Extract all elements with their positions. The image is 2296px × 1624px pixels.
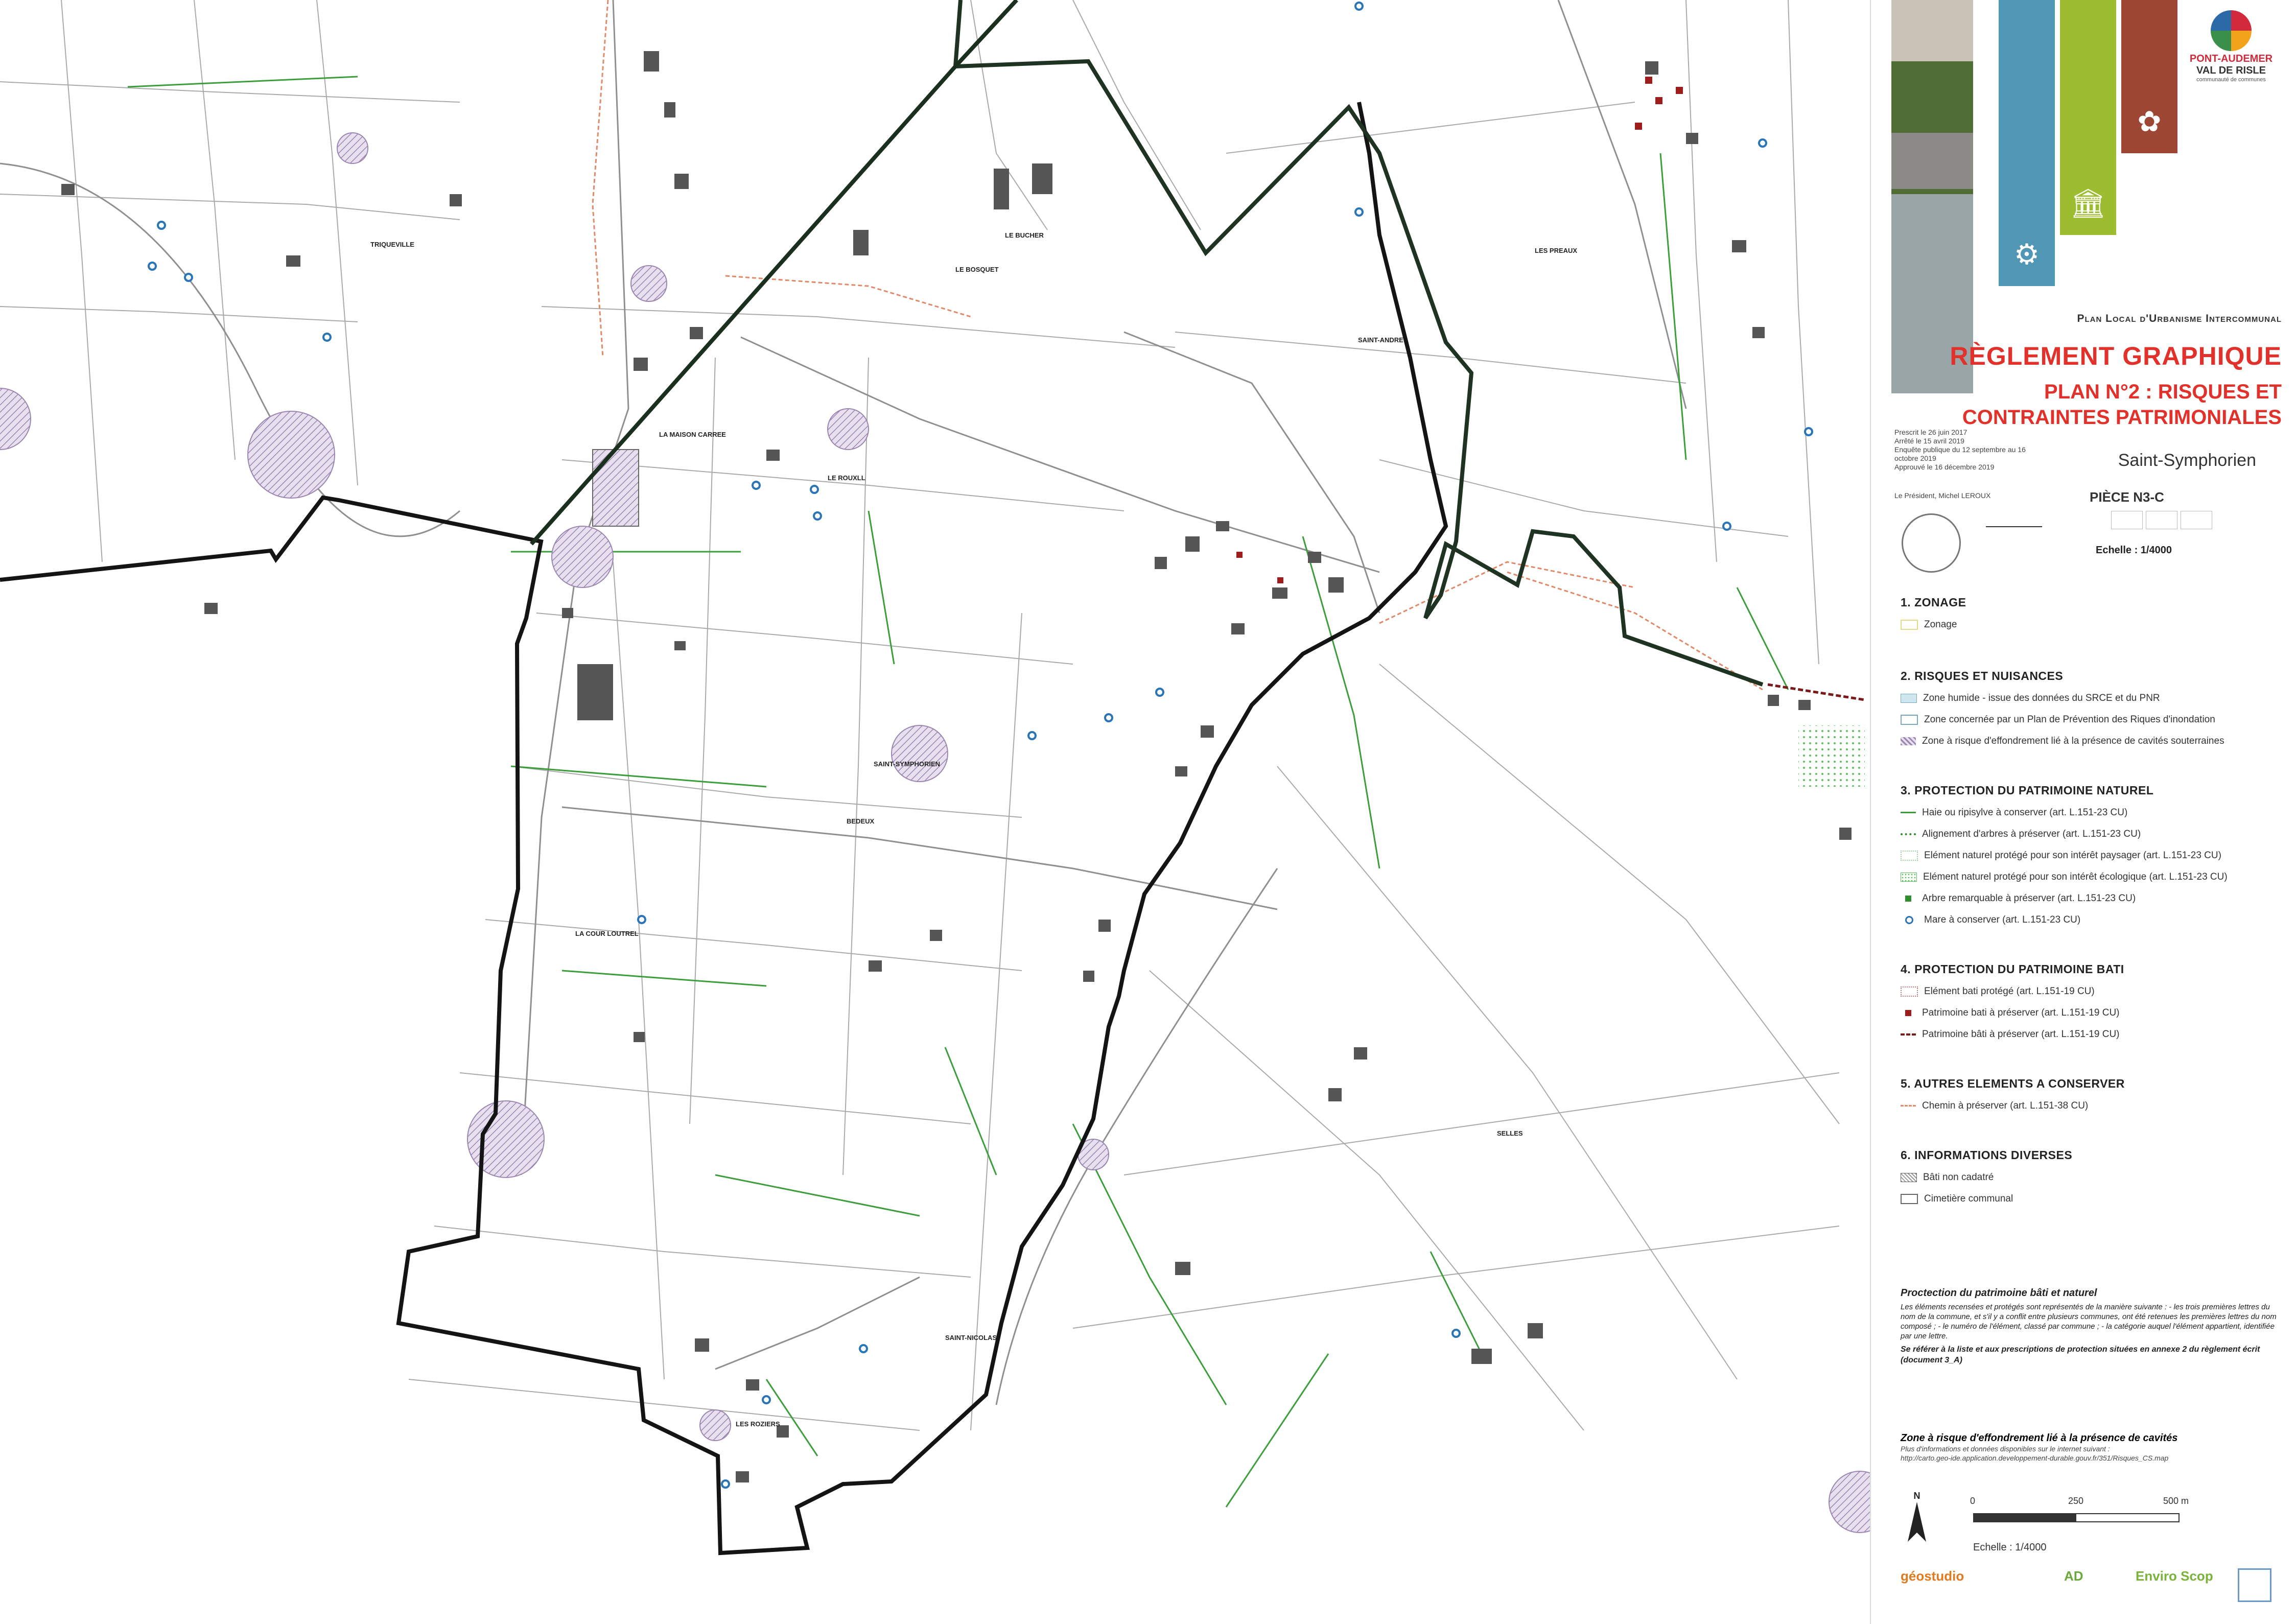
nw-boundary: [954, 0, 1018, 68]
label-les-preaux: LES PREAUX: [1535, 247, 1577, 254]
theme-band-brown: ✿: [2121, 0, 2177, 153]
scale-label-0: 0: [1970, 1496, 1976, 1506]
commune-name: Saint-Symphorien: [2118, 451, 2256, 470]
svg-text:N: N: [1914, 1491, 1920, 1501]
legend-panel: ⚙ 🏛 ✿ PONT-AUDEMER VAL DE RISLE communau…: [1870, 0, 2296, 1624]
official-seal: [1902, 513, 1961, 573]
label-les-roziers: LES ROZIERS: [736, 1420, 780, 1428]
label-saint-andre: SAINT-ANDRE: [1358, 336, 1403, 344]
legend-item-zonage: Zonage: [1901, 619, 1957, 634]
logo-ad: AD: [2064, 1568, 2083, 1584]
hedges: [127, 76, 1789, 1508]
main-title: RÈGLEMENT GRAPHIQUE: [1950, 342, 2282, 370]
legend-item-chemin: Chemin à préserver (art. L.151-38 CU): [1901, 1100, 2088, 1116]
plant-icon: ✿: [2137, 105, 2162, 137]
label-saint-nicolas: SAINT-NICOLAS: [945, 1334, 997, 1341]
scale-label-500: 500 m: [2163, 1496, 2189, 1506]
legend-item-patrimoine-point: Patrimoine bati à préserver (art. L.151-…: [1901, 1007, 2120, 1023]
legend-section-naturel: 3. PROTECTION DU PATRIMOINE NATUREL: [1901, 784, 2154, 797]
roads: [0, 0, 1687, 1405]
legend-item-paysager: Elément naturel protégé pour son intérêt…: [1901, 850, 2221, 865]
building-icon: 🏛: [2070, 187, 2106, 219]
brand-logo: PONT-AUDEMER VAL DE RISLE communauté de …: [2183, 10, 2280, 83]
cemetery: [592, 449, 639, 527]
plan-title-line1: PLAN N°2 : RISQUES ET: [2044, 381, 2282, 403]
legend-section-zonage: 1. ZONAGE: [1901, 596, 1966, 609]
legend-item-cimetiere: Cimetière communal: [1901, 1193, 2013, 1209]
label-bedeux: BEDEUX: [847, 817, 875, 825]
legend-item-haie: Haie ou ripisylve à conserver (art. L.15…: [1901, 807, 2127, 822]
legend-item-mare: Mare à conserver (art. L.151-23 CU): [1901, 914, 2080, 930]
legend-item-ppri: Zone concernée par un Plan de Prévention…: [1901, 714, 2215, 729]
header-photo: [1891, 0, 1973, 393]
logo-enviroscop: Enviro Scop: [2136, 1568, 2213, 1584]
legend-section-bati: 4. PROTECTION DU PATRIMOINE BATI: [1901, 962, 2124, 976]
scale-echelle: Echelle : 1/4000: [1973, 1542, 2047, 1553]
label-la-cour-loutrel: LA COUR LOUTREL: [575, 930, 639, 937]
procedure-dates: Prescrit le 26 juin 2017 Arrêté le 15 av…: [1894, 428, 2026, 471]
partner-mini-logos: [2111, 511, 2223, 531]
heritage-notes: Proctection du patrimoine bâti et nature…: [1901, 1287, 2277, 1364]
label-le-bosquet: LE BOSQUET: [955, 266, 999, 273]
legend-item-bati-non-cadastre: Bâti non cadatré: [1901, 1172, 1994, 1187]
theme-band-blue: ⚙: [1999, 0, 2055, 286]
label-saint-symphorien: SAINT-SYMPHORIEN: [874, 760, 940, 768]
plan-title-line2: CONTRAINTES PATRIMONIALES: [1962, 406, 2282, 429]
scale-label-250: 250: [2068, 1496, 2084, 1506]
legend-section-autres: 5. AUTRES ELEMENTS A CONSERVER: [1901, 1077, 2125, 1090]
theme-band-green: 🏛: [2060, 0, 2116, 235]
bottom-logos: géostudio AD Enviro Scop: [1901, 1568, 2289, 1614]
chemins: [592, 0, 1763, 691]
legend-section-infos: 6. INFORMATIONS DIVERSES: [1901, 1148, 2073, 1162]
label-selles: SELLES: [1497, 1129, 1523, 1137]
legend-item-element-bati: Elément bati protégé (art. L.151-19 CU): [1901, 986, 2095, 1001]
legend-item-zone-humide: Zone humide - issue des données du SRCE …: [1901, 693, 2160, 708]
legend-item-alignement: Alignement d'arbres à préserver (art. L.…: [1901, 829, 2141, 844]
legend-item-ecologique: Elément naturel protégé pour son intérêt…: [1901, 872, 2228, 887]
scale-text: Echelle : 1/4000: [2096, 545, 2172, 556]
plu-title: Plan Local d'Urbanisme Intercommunal: [2077, 313, 2282, 324]
logo-geostudio: géostudio: [1901, 1568, 1964, 1584]
ponds: [148, 2, 1813, 1489]
north-boundary: [530, 65, 957, 546]
cavity-zones: [0, 132, 1870, 1533]
piece-number: PIÈCE N3-C: [2090, 489, 2164, 505]
brain-icon: ⚙: [2013, 238, 2040, 270]
legend-section-risques: 2. RISQUES ET NUISANCES: [1901, 669, 2064, 682]
president-line: Le Président, Michel LEROUX: [1894, 491, 1991, 500]
scale-bar: [1973, 1513, 2180, 1522]
label-le-rouxll: LE ROUXLL: [828, 474, 865, 482]
map-canvas[interactable]: TRIQUEVILLE LE BOSQUET LE BUCHER LES PRE…: [0, 0, 1870, 1624]
brand-mark-icon: [2211, 10, 2252, 51]
logo-square: [2238, 1568, 2271, 1602]
label-le-bucher: LE BUCHER: [1005, 231, 1044, 239]
signature: [1986, 506, 2042, 527]
cavity-note: Zone à risque d'effondrement lié à la pr…: [1901, 1432, 2178, 1462]
ecological-zone: [1798, 725, 1865, 787]
heritage-wall: [1767, 683, 1865, 701]
label-triqueville: TRIQUEVILLE: [370, 241, 414, 248]
legend-item-cavites: Zone à risque d'effondrement lié à la pr…: [1901, 736, 2224, 751]
legend-item-patrimoine-line: Patrimoine bâti à préserver (art. L.151-…: [1901, 1029, 2120, 1044]
north-arrow-icon: N: [1908, 1491, 1926, 1542]
legend-item-arbre: Arbre remarquable à préserver (art. L.15…: [1901, 893, 2136, 908]
label-la-maison-carree: LA MAISON CARREE: [659, 431, 726, 438]
